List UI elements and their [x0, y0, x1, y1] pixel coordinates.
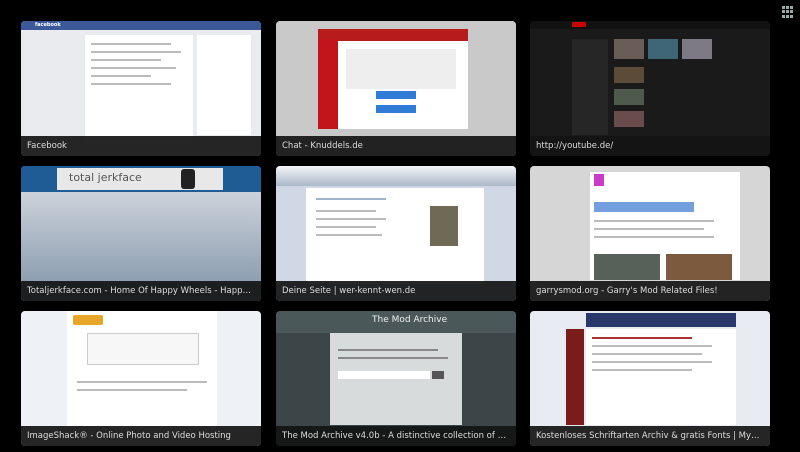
tile-title: ImageShack® - Online Photo and Video Hos…: [21, 426, 261, 446]
grid-icon[interactable]: [782, 6, 794, 18]
tile-title: http://youtube.de/: [530, 136, 770, 156]
tile-title: Deine Seite | wer-kennt-wen.de: [276, 281, 516, 301]
tile-totaljerkface[interactable]: total jerkface Totaljerkface.com - Home …: [21, 166, 261, 301]
tile-title: Totaljerkface.com - Home Of Happy Wheels…: [21, 281, 261, 301]
tile-wer-kennt-wen[interactable]: Deine Seite | wer-kennt-wen.de: [276, 166, 516, 301]
tile-knuddels[interactable]: Chat - Knuddels.de: [276, 21, 516, 156]
tile-title: Facebook: [21, 136, 261, 156]
tile-myfont[interactable]: Kostenloses Schriftarten Archiv & gratis…: [530, 311, 770, 446]
tile-title: Chat - Knuddels.de: [276, 136, 516, 156]
tile-youtube[interactable]: http://youtube.de/: [530, 21, 770, 156]
site-logo: facebook: [35, 22, 61, 28]
tile-title: garrysmod.org - Garry's Mod Related File…: [530, 281, 770, 301]
tile-mod-archive[interactable]: The Mod Archive The Mod Archive v4.0b - …: [276, 311, 516, 446]
tile-imageshack[interactable]: ImageShack® - Online Photo and Video Hos…: [21, 311, 261, 446]
tile-title: Kostenloses Schriftarten Archiv & gratis…: [530, 426, 770, 446]
tile-title: The Mod Archive v4.0b - A distinctive co…: [276, 426, 516, 446]
tile-garrysmod[interactable]: garrysmod.org - Garry's Mod Related File…: [530, 166, 770, 301]
tile-facebook[interactable]: facebook Facebook: [21, 21, 261, 156]
site-logo: The Mod Archive: [372, 315, 448, 325]
site-logo: total jerkface: [69, 171, 142, 184]
